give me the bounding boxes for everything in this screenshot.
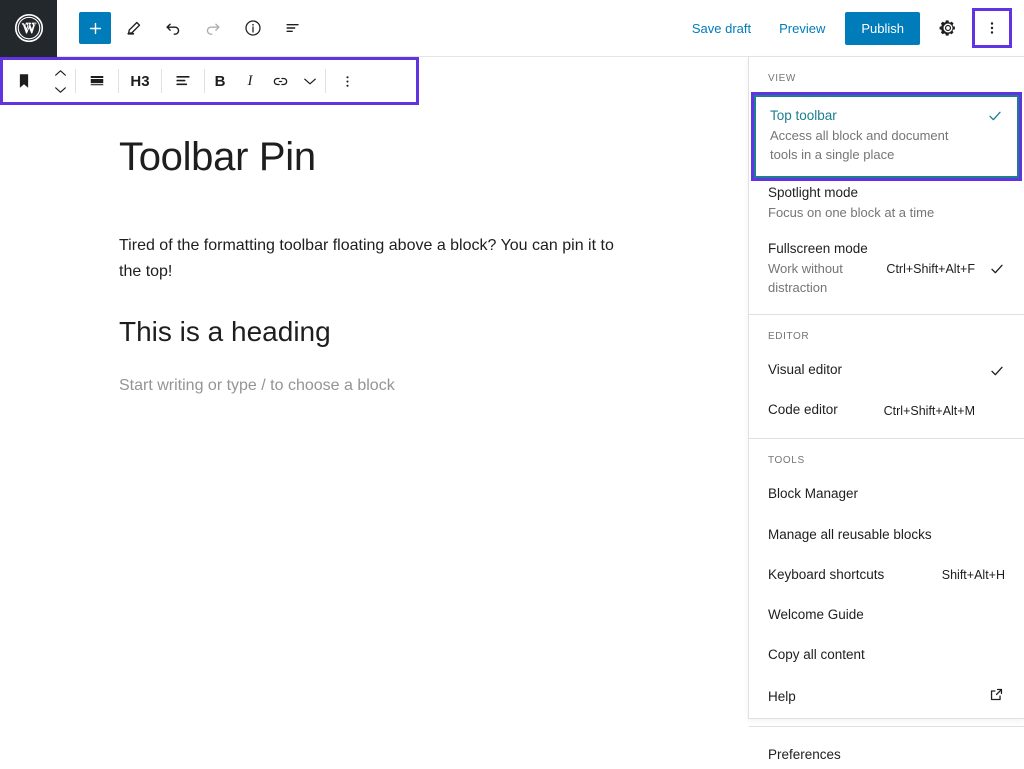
italic-label: I	[248, 73, 253, 90]
editor-header: W	[0, 0, 1024, 57]
italic-button[interactable]: I	[235, 60, 265, 102]
add-block-button[interactable]	[79, 12, 111, 44]
menu-group-view: VIEW Top toolbar Access all block and do…	[749, 57, 1024, 314]
more-rich-text-button[interactable]	[295, 60, 325, 102]
block-toolbar-align-group	[162, 60, 204, 102]
checkmark-icon	[989, 363, 1005, 379]
paragraph-block[interactable]: Tired of the formatting toolbar floating…	[119, 233, 638, 284]
menu-item-title: Welcome Guide	[768, 605, 864, 625]
menu-group-tools: TOOLS Block Manager Manage all reusable …	[749, 438, 1024, 725]
checkmark-icon	[989, 261, 1005, 277]
menu-item-shortcut: Ctrl+Shift+Alt+F	[886, 262, 975, 276]
menu-item-description: Work without distraction	[768, 260, 876, 298]
wordpress-logo-icon[interactable]: W	[0, 0, 57, 57]
post-content: Toolbar Pin Tired of the formatting tool…	[0, 105, 748, 395]
empty-block-placeholder[interactable]: Start writing or type / to choose a bloc…	[119, 377, 638, 395]
wordpress-block-editor: W	[0, 0, 1024, 769]
menu-group-label-view: VIEW	[749, 57, 1024, 92]
menu-item-title: Copy all content	[768, 645, 865, 665]
heading-level-button[interactable]: H3	[119, 60, 161, 102]
block-toolbar-options-group	[326, 60, 368, 102]
chevron-down-icon	[54, 86, 67, 94]
edit-tool-button[interactable]	[115, 10, 151, 46]
list-view-button[interactable]	[275, 10, 311, 46]
menu-item-title: Preferences	[768, 745, 841, 765]
header-tools-group	[57, 10, 311, 46]
block-stack-icon[interactable]	[76, 60, 118, 102]
align-left-icon	[173, 71, 193, 91]
block-toolbar-heading-group: H3	[119, 60, 161, 102]
heading-level-label: H3	[130, 73, 149, 90]
svg-text:W: W	[22, 22, 36, 37]
block-toolbar-pinned: H3 B I	[0, 57, 419, 105]
menu-group-preferences: Preferences	[749, 726, 1024, 769]
external-link-icon	[988, 686, 1005, 708]
bold-button[interactable]: B	[205, 60, 235, 102]
menu-item-title: Fullscreen mode	[768, 239, 876, 259]
menu-item-title: Code editor	[768, 400, 838, 420]
chevron-up-icon	[54, 69, 67, 77]
redo-button[interactable]	[195, 10, 231, 46]
more-options-menu: VIEW Top toolbar Access all block and do…	[748, 57, 1024, 719]
editor-canvas: Toolbar Pin Tired of the formatting tool…	[0, 105, 748, 769]
more-options-button-annotated[interactable]	[972, 8, 1012, 48]
heading-block[interactable]: This is a heading	[119, 314, 638, 350]
menu-item-block-manager[interactable]: Block Manager	[749, 474, 1024, 514]
kebab-vertical-icon	[983, 19, 1001, 37]
menu-item-shortcut: Ctrl+Shift+Alt+M	[884, 404, 975, 418]
bold-label: B	[215, 73, 226, 90]
menu-item-welcome-guide[interactable]: Welcome Guide	[749, 595, 1024, 635]
menu-item-title: Spotlight mode	[768, 183, 979, 203]
block-options-button[interactable]	[326, 60, 368, 102]
align-text-button[interactable]	[162, 60, 204, 102]
block-toolbar-block-group	[3, 60, 75, 102]
menu-item-preferences[interactable]: Preferences	[749, 727, 1024, 769]
menu-item-title: Visual editor	[768, 360, 842, 380]
undo-button[interactable]	[155, 10, 191, 46]
menu-group-editor: EDITOR Visual editor Code editor Ctrl+Sh…	[749, 314, 1024, 439]
header-actions-group: Save draft Preview Publish	[678, 8, 1024, 48]
post-title[interactable]: Toolbar Pin	[119, 133, 638, 181]
menu-item-manage-reusable-blocks[interactable]: Manage all reusable blocks	[749, 515, 1024, 555]
chevron-down-icon	[303, 77, 317, 86]
menu-item-description: Focus on one block at a time	[768, 204, 979, 223]
menu-group-label-editor: EDITOR	[749, 315, 1024, 350]
block-toolbar-transform-group	[76, 60, 118, 102]
menu-item-fullscreen-mode[interactable]: Fullscreen mode Work without distraction…	[749, 232, 1024, 314]
menu-item-top-toolbar-annotated: Top toolbar Access all block and documen…	[751, 92, 1022, 181]
link-icon	[271, 72, 290, 91]
menu-item-code-editor[interactable]: Code editor Ctrl+Shift+Alt+M	[749, 390, 1024, 438]
link-button[interactable]	[265, 60, 295, 102]
preview-button[interactable]: Preview	[765, 13, 839, 44]
menu-item-keyboard-shortcuts[interactable]: Keyboard shortcuts Shift+Alt+H	[749, 555, 1024, 595]
menu-group-label-tools: TOOLS	[749, 439, 1024, 474]
menu-item-visual-editor[interactable]: Visual editor	[749, 350, 1024, 390]
kebab-vertical-icon	[339, 73, 356, 90]
menu-item-copy-all-content[interactable]: Copy all content	[749, 635, 1024, 675]
block-type-paragraph-icon[interactable]	[3, 60, 45, 102]
menu-item-shortcut: Shift+Alt+H	[942, 568, 1005, 582]
save-draft-button[interactable]: Save draft	[678, 13, 765, 44]
menu-item-title: Manage all reusable blocks	[768, 525, 932, 545]
details-button[interactable]	[235, 10, 271, 46]
publish-button[interactable]: Publish	[845, 12, 920, 45]
menu-item-top-toolbar[interactable]: Top toolbar Access all block and documen…	[754, 95, 1019, 178]
menu-item-description: Access all block and document tools in a…	[770, 127, 977, 165]
menu-item-title: Block Manager	[768, 484, 858, 504]
menu-item-title: Help	[768, 687, 796, 707]
menu-item-title: Keyboard shortcuts	[768, 565, 884, 585]
block-toolbar-format-group: B I	[205, 60, 325, 102]
block-mover[interactable]	[45, 60, 75, 102]
menu-item-spotlight-mode[interactable]: Spotlight mode Focus on one block at a t…	[749, 181, 1024, 232]
menu-item-title: Top toolbar	[770, 106, 977, 126]
settings-gear-button[interactable]	[930, 10, 966, 46]
checkmark-icon	[987, 108, 1003, 124]
menu-item-help[interactable]: Help	[749, 676, 1024, 726]
